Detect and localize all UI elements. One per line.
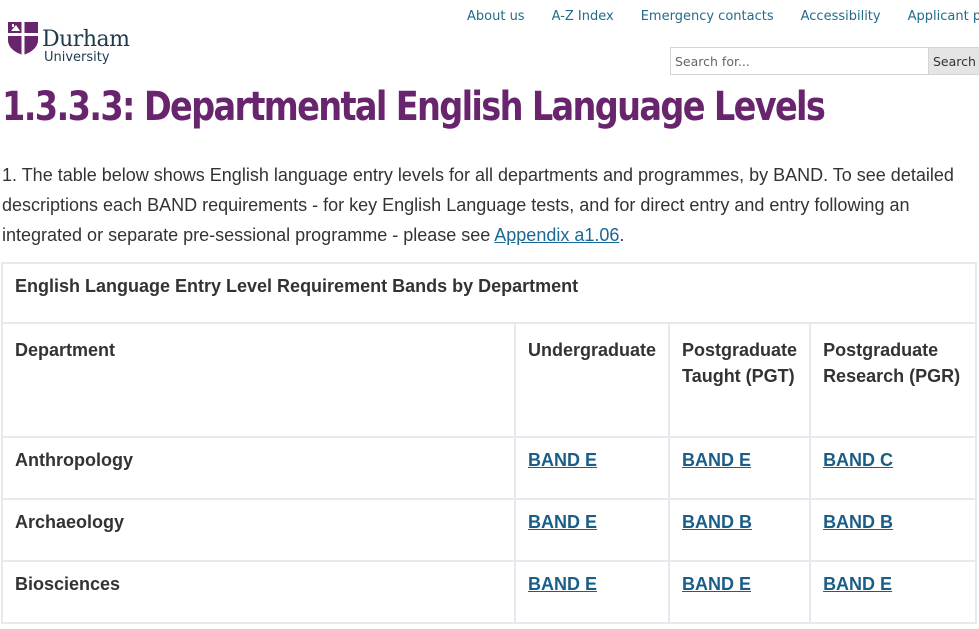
band-link[interactable]: BAND E bbox=[528, 574, 597, 594]
intro-paragraph: 1. The table below shows English languag… bbox=[2, 160, 979, 250]
band-link[interactable]: BAND E bbox=[528, 512, 597, 532]
nav-emergency-contacts[interactable]: Emergency contacts bbox=[641, 9, 774, 24]
table-row: Biosciences BAND E BAND E BAND E bbox=[1, 560, 977, 624]
appendix-link[interactable]: Appendix a1.06 bbox=[494, 225, 619, 245]
band-link[interactable]: BAND B bbox=[823, 512, 893, 532]
logo-subtitle: University bbox=[44, 50, 110, 65]
table-row: Anthropology BAND E BAND E BAND C bbox=[1, 436, 977, 500]
intro-suffix: . bbox=[619, 225, 625, 245]
search-button[interactable]: Search bbox=[928, 47, 979, 75]
header-pgr: Postgraduate Research (PGR) bbox=[809, 322, 977, 438]
table-row: Archaeology BAND E BAND B BAND B bbox=[1, 498, 977, 562]
nav-about-us[interactable]: About us bbox=[467, 9, 525, 24]
top-navigation: About us A-Z Index Emergency contacts Ac… bbox=[467, 9, 979, 24]
header-undergraduate: Undergraduate bbox=[513, 322, 671, 438]
table-caption: English Language Entry Level Requirement… bbox=[1, 262, 977, 324]
nav-a-z-index[interactable]: A-Z Index bbox=[552, 9, 614, 24]
search-bar: Search bbox=[670, 47, 979, 75]
nav-accessibility[interactable]: Accessibility bbox=[801, 9, 881, 24]
band-link[interactable]: BAND E bbox=[823, 574, 892, 594]
band-link[interactable]: BAND B bbox=[682, 512, 752, 532]
intro-text: 1. The table below shows English languag… bbox=[2, 165, 954, 245]
band-link[interactable]: BAND C bbox=[823, 450, 893, 470]
department-cell: Anthropology bbox=[1, 436, 516, 500]
department-cell: Archaeology bbox=[1, 498, 516, 562]
nav-applicant-portal[interactable]: Applicant portal bbox=[908, 9, 979, 24]
table-header-row: Department Undergraduate Postgraduate Ta… bbox=[1, 322, 977, 438]
logo-name: Durham bbox=[42, 27, 130, 52]
department-cell: Biosciences bbox=[1, 560, 516, 624]
page-title: 1.3.3.3: Departmental English Language L… bbox=[2, 84, 826, 130]
search-input[interactable] bbox=[670, 47, 928, 75]
band-link[interactable]: BAND E bbox=[682, 574, 751, 594]
band-link[interactable]: BAND E bbox=[528, 450, 597, 470]
header-department: Department bbox=[1, 322, 516, 438]
english-levels-table: English Language Entry Level Requirement… bbox=[1, 262, 977, 624]
header-pgt: Postgraduate Taught (PGT) bbox=[668, 322, 812, 438]
durham-university-logo[interactable]: Durham University bbox=[6, 20, 130, 66]
band-link[interactable]: BAND E bbox=[682, 450, 751, 470]
durham-crest-icon bbox=[8, 22, 38, 55]
